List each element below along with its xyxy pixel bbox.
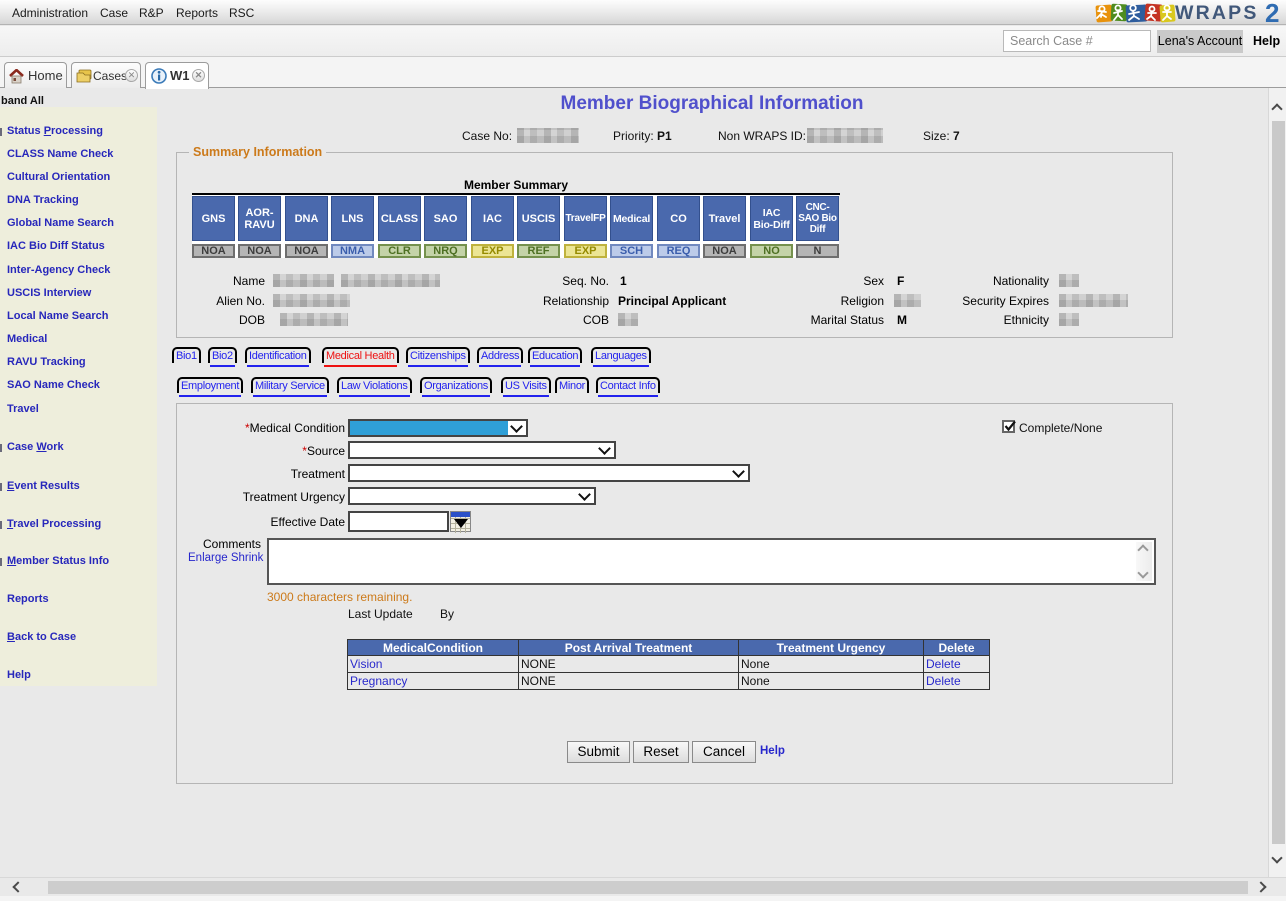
svg-text:2: 2 — [1265, 1, 1279, 25]
svg-text:WRAPS: WRAPS — [1175, 2, 1259, 24]
